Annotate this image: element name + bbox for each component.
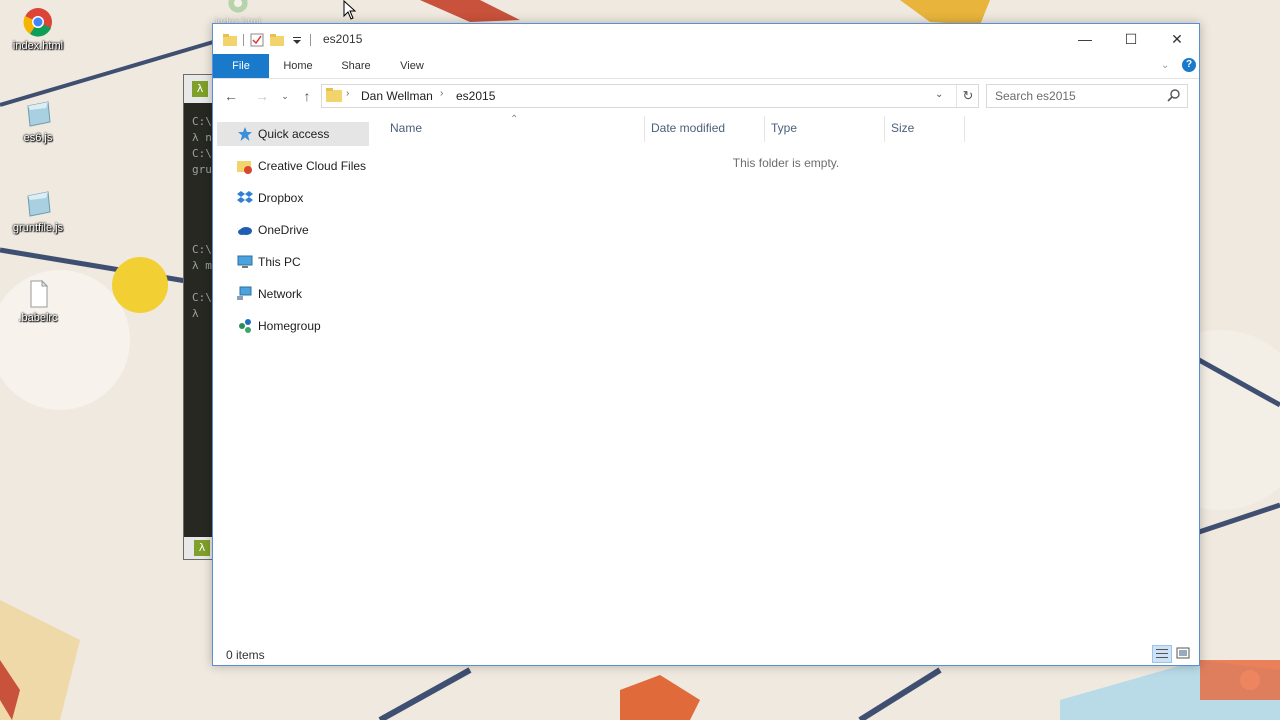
nav-item-label: This PC	[258, 255, 301, 269]
nav-item-dropbox[interactable]: Dropbox	[217, 186, 369, 210]
customize-toolbar-icon[interactable]	[290, 33, 304, 47]
recent-locations-chevron-icon[interactable]: ⌄	[276, 87, 294, 105]
item-count: 0 items	[226, 648, 265, 662]
network-icon	[237, 286, 252, 300]
column-header-size[interactable]: Size	[891, 121, 914, 135]
creative-cloud-folder-icon	[237, 161, 252, 174]
terminal-line: λ	[192, 307, 199, 320]
star-icon	[238, 127, 252, 141]
nav-item-label: Creative Cloud Files	[258, 159, 367, 173]
column-divider[interactable]	[764, 116, 765, 142]
dropbox-icon	[237, 191, 253, 203]
properties-icon[interactable]	[250, 33, 264, 47]
chrome-icon	[22, 6, 54, 38]
close-button[interactable]: ✕	[1154, 24, 1200, 54]
new-folder-icon[interactable]	[270, 33, 284, 47]
expand-ribbon-icon[interactable]: ⌄	[1161, 60, 1173, 72]
ribbon-tabs: File Home Share View ⌄ ?	[213, 54, 1199, 79]
js-file-icon	[22, 188, 54, 220]
sort-ascending-icon: ⌃	[510, 114, 519, 125]
nav-item-network[interactable]: Network	[217, 282, 369, 306]
terminal-line: λ m	[192, 259, 212, 272]
terminal-line: C:\	[192, 147, 212, 160]
desktop-icon-label: gruntfile.js	[12, 222, 64, 234]
tab-view[interactable]: View	[389, 54, 435, 78]
tab-home[interactable]: Home	[275, 54, 321, 78]
empty-folder-message: This folder is empty.	[732, 156, 840, 170]
nav-item-homegroup[interactable]: Homegroup	[217, 314, 369, 338]
title-bar[interactable]: es2015 — ☐ ✕	[213, 24, 1199, 54]
desktop-icon-babelrc[interactable]: .babelrc	[2, 278, 74, 324]
help-icon[interactable]: ?	[1182, 58, 1196, 72]
nav-item-label: Homegroup	[258, 319, 321, 333]
search-icon[interactable]	[1167, 88, 1181, 102]
separator	[310, 34, 311, 46]
column-header-name[interactable]: Name	[390, 121, 422, 135]
nav-item-label: Network	[258, 287, 303, 301]
desktop-icon-es6-js[interactable]: es6.js	[2, 98, 74, 144]
terminal-line: C:\	[192, 291, 212, 304]
quick-access-toolbar	[223, 32, 311, 48]
tab-share[interactable]: Share	[331, 54, 381, 78]
forward-button[interactable]: →	[253, 87, 271, 105]
nav-item-label: OneDrive	[258, 223, 309, 237]
breadcrumb-es2015[interactable]: es2015	[456, 89, 495, 103]
file-explorer-window[interactable]: es2015 — ☐ ✕ File Home Share View ⌄ ? ← …	[212, 23, 1200, 666]
details-view-icon[interactable]	[1152, 645, 1172, 663]
terminal-line: C:\	[192, 115, 212, 128]
computer-icon	[237, 255, 253, 268]
nav-item-quick-access[interactable]: Quick access	[217, 122, 369, 146]
column-header-date-modified[interactable]: Date modified	[651, 121, 725, 135]
search-placeholder: Search es2015	[995, 89, 1076, 103]
minimize-button[interactable]: —	[1062, 24, 1108, 54]
folder-icon	[326, 88, 342, 102]
column-divider[interactable]	[964, 116, 965, 142]
terminal-line: λ n	[192, 131, 212, 144]
homegroup-icon	[239, 319, 251, 333]
desktop-icon-label: es6.js	[23, 132, 53, 144]
large-icons-view-icon[interactable]	[1174, 645, 1192, 661]
js-file-icon	[22, 98, 54, 130]
lambda-icon: λ	[192, 81, 208, 97]
search-box[interactable]: Search es2015	[986, 84, 1188, 108]
file-icon	[22, 278, 54, 310]
status-bar: 0 items	[213, 641, 1199, 665]
refresh-icon[interactable]: ↻	[956, 85, 979, 107]
breadcrumb-chevron-icon[interactable]: ›	[440, 88, 443, 99]
address-dropdown-icon[interactable]: ⌄	[935, 89, 943, 100]
mouse-cursor-icon	[343, 0, 357, 20]
separator	[243, 34, 244, 46]
folder-icon	[223, 34, 237, 46]
column-divider[interactable]	[884, 116, 885, 142]
maximize-button[interactable]: ☐	[1108, 24, 1154, 54]
navigation-pane: Quick access Creative Cloud Files Dropbo…	[213, 116, 373, 636]
lambda-icon: λ	[194, 540, 210, 556]
terminal-line: gru	[192, 163, 212, 176]
breadcrumb-chevron-icon[interactable]: ›	[346, 88, 349, 99]
desktop-icon-gruntfile-js[interactable]: gruntfile.js	[2, 188, 74, 234]
nav-item-label: Dropbox	[258, 191, 304, 205]
column-header-type[interactable]: Type	[771, 121, 797, 135]
back-button[interactable]: ←	[222, 87, 240, 105]
terminal-line: C:\	[192, 243, 212, 256]
breadcrumb-dan-wellman[interactable]: Dan Wellman	[361, 89, 433, 103]
tab-file[interactable]: File	[213, 54, 269, 78]
window-title: es2015	[323, 32, 363, 46]
desktop-icon-label: index.html	[12, 40, 64, 52]
chrome-icon	[228, 0, 248, 13]
onedrive-icon	[238, 227, 252, 235]
nav-item-creative-cloud-files[interactable]: Creative Cloud Files	[217, 154, 369, 178]
column-divider[interactable]	[644, 116, 645, 142]
desktop-icon-index-html[interactable]: index.html	[2, 6, 74, 52]
up-button[interactable]: ↑	[298, 87, 316, 105]
address-bar[interactable]: › Dan Wellman › es2015 ⌄ ↻	[321, 84, 979, 108]
nav-item-label: Quick access	[258, 127, 330, 141]
nav-item-onedrive[interactable]: OneDrive	[217, 218, 369, 242]
navigation-bar: ← → ⌄ ↑ › Dan Wellman › es2015 ⌄ ↻ Searc…	[213, 80, 1199, 112]
desktop-icon-label: .babelrc	[18, 312, 58, 324]
file-list[interactable]: ⌃ Name Date modified Type Size This fold…	[373, 114, 1199, 636]
nav-item-this-pc[interactable]: This PC	[217, 250, 369, 274]
